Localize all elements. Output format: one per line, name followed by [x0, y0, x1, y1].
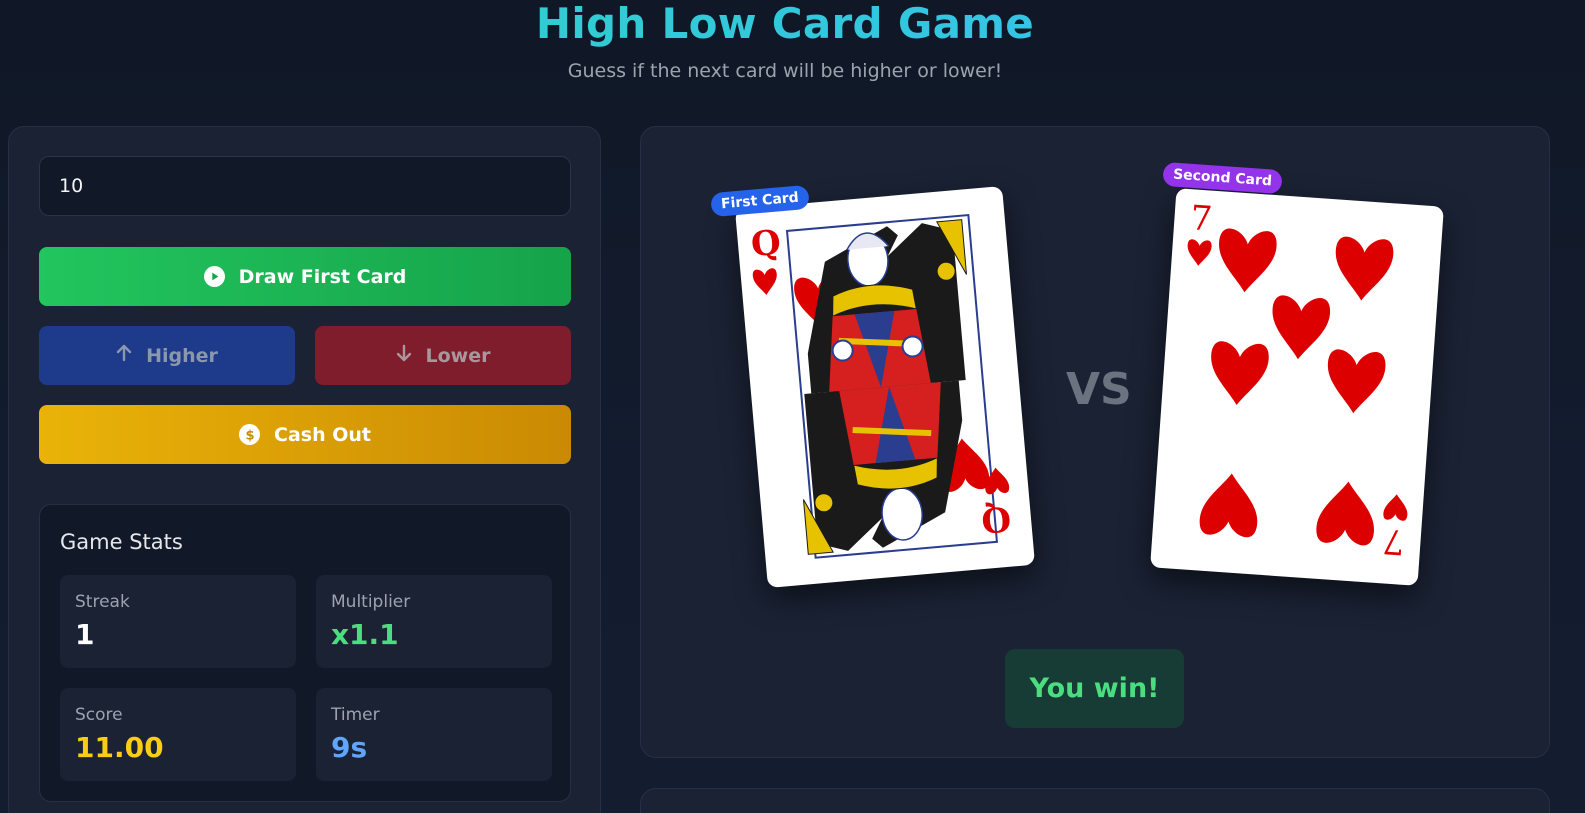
- timer-stat: Timer 9s: [316, 688, 552, 781]
- lower-button-label: Lower: [425, 344, 491, 367]
- second-card-rank-top: 7: [1189, 198, 1213, 239]
- first-card-rank-top: Q: [749, 223, 782, 265]
- arrow-up-icon: [116, 344, 132, 367]
- second-card: 7 7: [1150, 188, 1444, 586]
- cash-out-button[interactable]: $ Cash Out: [39, 405, 571, 464]
- result-message: You win!: [1005, 649, 1184, 728]
- game-page: High Low Card Game Guess if the next car…: [0, 0, 1585, 813]
- versus-label: VS: [1066, 364, 1132, 415]
- streak-stat: Streak 1: [60, 575, 296, 668]
- controls-panel: Draw First Card Higher Lower $ Cash Out …: [8, 126, 601, 813]
- arrow-down-icon: [396, 344, 412, 367]
- page-title: High Low Card Game: [0, 0, 1570, 50]
- cash-out-label: Cash Out: [274, 423, 371, 446]
- lower-button[interactable]: Lower: [315, 326, 571, 385]
- timer-label: Timer: [331, 705, 380, 725]
- svg-text:$: $: [245, 428, 254, 442]
- queen-of-hearts-face: Q Q: [749, 213, 1013, 559]
- streak-label: Streak: [75, 592, 130, 612]
- higher-button[interactable]: Higher: [39, 326, 295, 385]
- score-value: 11.00: [75, 731, 164, 764]
- multiplier-stat: Multiplier x1.1: [316, 575, 552, 668]
- page-subtitle: Guess if the next card will be higher or…: [567, 60, 1003, 82]
- score-stat: Score 11.00: [60, 688, 296, 781]
- first-card-rank-bottom: Q: [980, 498, 1013, 540]
- game-stats-title: Game Stats: [60, 530, 183, 554]
- multiplier-label: Multiplier: [331, 592, 411, 612]
- seven-of-hearts-face: 7 7: [1186, 198, 1409, 562]
- timer-value: 9s: [331, 731, 368, 764]
- higher-button-label: Higher: [146, 344, 218, 367]
- draw-first-card-button[interactable]: Draw First Card: [39, 247, 571, 306]
- bet-amount-input[interactable]: [39, 156, 571, 216]
- dollar-icon: $: [239, 424, 260, 445]
- draw-button-label: Draw First Card: [238, 265, 407, 288]
- history-panel: [640, 788, 1550, 813]
- streak-value: 1: [75, 618, 95, 651]
- play-icon: [203, 266, 225, 287]
- game-stats-panel: Game Stats Streak 1 Multiplier x1.1 Scor…: [39, 504, 571, 802]
- first-card: Q Q: [734, 186, 1036, 588]
- multiplier-value: x1.1: [331, 618, 399, 651]
- score-label: Score: [75, 705, 123, 725]
- second-card-rank-bottom: 7: [1381, 520, 1405, 561]
